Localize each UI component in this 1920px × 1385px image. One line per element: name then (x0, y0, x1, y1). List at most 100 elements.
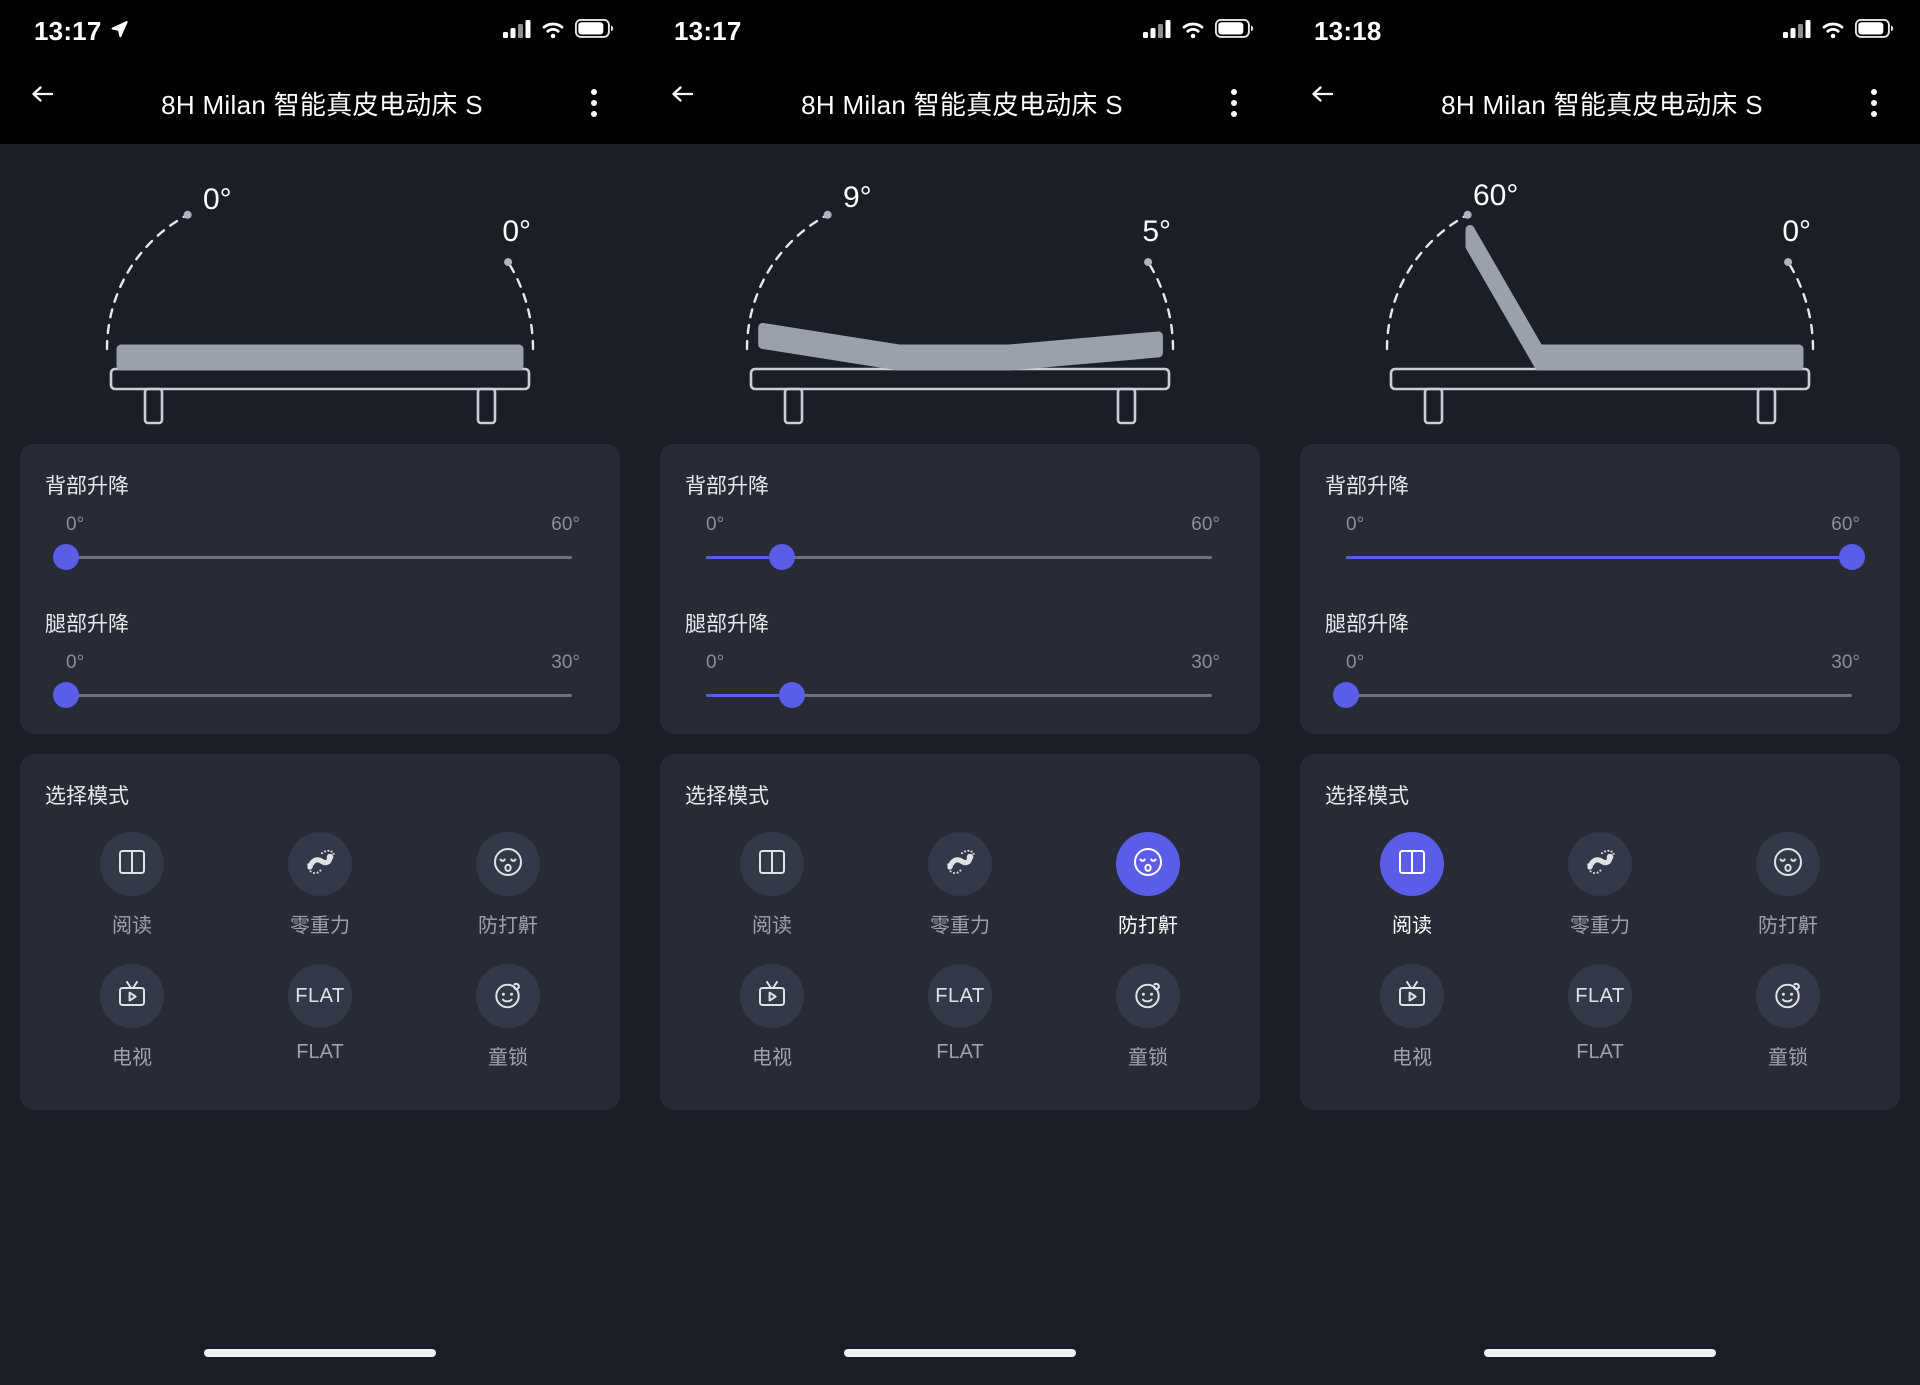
mode-icon-circle (740, 832, 804, 896)
slider-title-leg: 腿部升降 (45, 613, 129, 636)
slider-max-label: 60° (1191, 514, 1220, 535)
page-title: 8H Milan 智能真皮电动床 S (801, 89, 1123, 120)
tv-icon (756, 978, 788, 1015)
sleeping-face-icon (1772, 846, 1804, 883)
mode-icon-circle (1568, 832, 1632, 896)
book-icon (756, 845, 788, 884)
home-indicator[interactable] (204, 1349, 436, 1357)
leg-angle-readout: 5° (1142, 215, 1171, 248)
slider-range-labels-leg: 0° 30° (1318, 652, 1882, 674)
slider-leg[interactable] (53, 680, 572, 710)
mode-button-baby-face[interactable]: 童锁 (414, 958, 602, 1076)
mode-label: 防打鼾 (1118, 915, 1178, 937)
book-icon (1396, 845, 1428, 884)
status-indicators (503, 18, 614, 44)
slider-range-labels-leg: 0° 30° (678, 652, 1242, 674)
app-bar: 8H Milan 智能真皮电动床 S (640, 62, 1280, 144)
mode-label: 电视 (752, 1047, 792, 1069)
slider-track (1346, 693, 1852, 697)
mode-button-zero-gravity[interactable]: 零重力 (866, 826, 1054, 944)
slider-back[interactable] (1346, 542, 1865, 572)
slider-back[interactable] (53, 542, 572, 572)
mode-button-zero-gravity[interactable]: 零重力 (226, 826, 414, 944)
slider-thumb[interactable] (1333, 682, 1359, 708)
mode-section-title: 选择模式 (1325, 785, 1409, 808)
slider-block-leg: 腿部升降 0° 30° (38, 608, 602, 710)
mode-icon-circle (928, 832, 992, 896)
slider-thumb[interactable] (768, 544, 795, 570)
slider-thumb[interactable] (53, 682, 79, 708)
slider-range-labels-back: 0° 60° (678, 514, 1242, 536)
mode-button-book[interactable]: 阅读 (1318, 826, 1506, 944)
mode-icon-circle (1756, 832, 1820, 896)
slider-leg[interactable] (1333, 680, 1852, 710)
mode-button-sleeping-face[interactable]: 防打鼾 (414, 826, 602, 944)
mode-icon-circle (740, 964, 804, 1028)
status-bar: 13:17 (0, 0, 640, 62)
mode-button-sleeping-face[interactable]: 防打鼾 (1054, 826, 1242, 944)
slider-thumb[interactable] (1839, 544, 1865, 570)
slider-title-back: 背部升降 (1325, 475, 1409, 498)
slider-fill (1346, 555, 1852, 559)
adjustment-card: 背部升降 0° 60° 腿部升降 0° 30° (660, 444, 1260, 734)
status-bar: 13:18 (1280, 0, 1920, 62)
slider-title-leg: 腿部升降 (1325, 613, 1409, 636)
home-indicator[interactable] (1484, 1349, 1716, 1357)
signal-bars-icon (1143, 19, 1171, 43)
phone-screen-2: 13:17 8H Milan 智能真皮电动床 S 9° 5° 背部升降 0° 60° 腿部升降… (640, 0, 1280, 1385)
mode-button-flat-text[interactable]: FLAT FLAT (226, 958, 414, 1076)
mode-label: FLAT (1576, 1041, 1624, 1063)
mode-button-baby-face[interactable]: 童锁 (1694, 958, 1882, 1076)
sleeping-face-icon (492, 846, 524, 883)
mode-button-tv[interactable]: 电视 (678, 958, 866, 1076)
kebab-menu-icon[interactable] (574, 83, 614, 123)
mode-button-sleeping-face[interactable]: 防打鼾 (1694, 826, 1882, 944)
mode-button-baby-face[interactable]: 童锁 (1054, 958, 1242, 1076)
mode-button-flat-text[interactable]: FLAT FLAT (866, 958, 1054, 1076)
status-time: 13:17 (674, 15, 742, 46)
mode-button-book[interactable]: 阅读 (678, 826, 866, 944)
mode-button-book[interactable]: 阅读 (38, 826, 226, 944)
home-indicator[interactable] (844, 1349, 1076, 1357)
back-arrow-icon[interactable] (670, 83, 710, 123)
slider-thumb[interactable] (779, 682, 806, 708)
mode-button-zero-gravity[interactable]: 零重力 (1506, 826, 1694, 944)
slider-range-labels-leg: 0° 30° (38, 652, 602, 674)
mode-icon-circle (1756, 964, 1820, 1028)
mode-button-tv[interactable]: 电视 (1318, 958, 1506, 1076)
baby-face-icon (1772, 978, 1804, 1015)
slider-track (66, 693, 572, 697)
mode-button-flat-text[interactable]: FLAT FLAT (1506, 958, 1694, 1076)
mode-icon-circle (1116, 964, 1180, 1028)
tv-icon (116, 978, 148, 1015)
mode-button-tv[interactable]: 电视 (38, 958, 226, 1076)
slider-title-back: 背部升降 (685, 475, 769, 498)
slider-back[interactable] (706, 542, 1212, 572)
mode-label: 防打鼾 (1758, 915, 1818, 937)
slider-min-label: 0° (706, 652, 725, 673)
adjustment-card: 背部升降 0° 60° 腿部升降 0° 30° (20, 444, 620, 734)
back-arrow-icon[interactable] (1310, 83, 1350, 123)
mode-grid: 阅读 零重力 防打鼾电视 FLAT FLAT 童锁 (678, 826, 1242, 1076)
kebab-menu-icon[interactable] (1854, 83, 1894, 123)
status-indicators (1783, 18, 1894, 44)
mode-label: 阅读 (112, 915, 152, 937)
slider-block-leg: 腿部升降 0° 30° (1318, 608, 1882, 710)
mode-label: 童锁 (1128, 1047, 1168, 1069)
zero-gravity-icon (303, 845, 337, 884)
mode-label: 阅读 (752, 915, 792, 937)
slider-thumb[interactable] (53, 544, 79, 570)
mode-icon-circle (1380, 964, 1444, 1028)
slider-block-back: 背部升降 0° 60° (1318, 470, 1882, 572)
mode-selection-card: 选择模式阅读 零重力 防打鼾电视 FLAT FLAT 童锁 (1300, 754, 1900, 1110)
mode-label: 防打鼾 (478, 915, 538, 937)
back-arrow-icon[interactable] (30, 83, 70, 123)
kebab-menu-icon[interactable] (1214, 83, 1254, 123)
status-time: 13:17 (34, 15, 102, 46)
mode-grid: 阅读 零重力 防打鼾电视 FLAT FLAT 童锁 (1318, 826, 1882, 1076)
slider-leg[interactable] (706, 680, 1212, 710)
mode-label: 电视 (1392, 1047, 1432, 1069)
